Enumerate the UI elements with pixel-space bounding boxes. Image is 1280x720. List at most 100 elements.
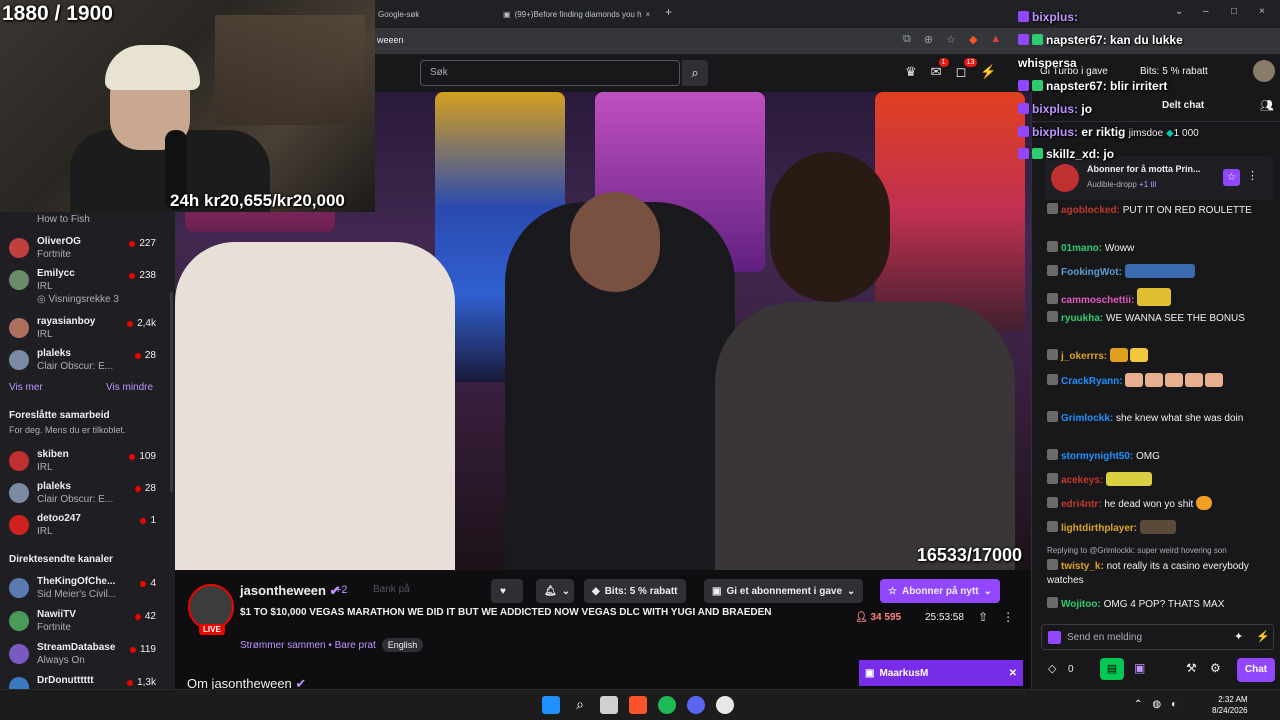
sidebar-channel-detoo247[interactable]: detoo247 IRL 1 [0,511,175,543]
emote-image [1165,373,1184,387]
sidebar-channel-nawiitv[interactable]: NawiiTV Fortnite 42 [0,607,175,639]
channel-points-icon[interactable]: ▤ [1100,658,1124,680]
sidebar-channel-emilycc[interactable]: Emilycc IRL ◎ Visningsrekke 3 238 [0,266,175,310]
sub-promo-card[interactable]: Abonner for å motta Prin... Audible-drop… [1045,156,1273,200]
minimize-icon[interactable]: – [1203,6,1209,17]
emote-picker-icon[interactable]: ✦ [1234,630,1243,643]
search-button[interactable]: ⌕ [682,60,708,86]
viewer-count: 227 [129,238,156,249]
alert-icon[interactable]: ▲ [990,33,1001,46]
sidebar-channel-plaleks-collab[interactable]: plaleks Clair Obscur: E... 28 [0,479,175,511]
category-link[interactable]: Strømmer sammen • Bare prat [240,640,376,651]
gear-icon[interactable]: ⚙ [1210,661,1221,675]
user-avatar[interactable] [1253,60,1275,82]
chat-message: twisty_k: not really its a casino everyb… [1047,559,1249,586]
file-explorer-icon[interactable] [600,696,618,714]
person-right-head [770,152,890,302]
emote-image [1137,288,1172,306]
whisper-bar[interactable]: ▣ MaarkusM ✕ [859,660,1023,686]
chat-badge-icon[interactable] [1048,631,1061,644]
close-icon[interactable]: ✕ [1009,668,1017,679]
collab-count[interactable]: +2 [335,584,348,596]
brave-browser-icon[interactable] [629,696,647,714]
channel-name: StreamDatabase [37,642,116,653]
close-tab-icon[interactable]: × [646,10,651,19]
notifications-icon[interactable]: ◻ 13 [956,58,978,80]
tab-search-icon[interactable]: ⌄ [1175,6,1183,17]
sidebar-channel-oliverog[interactable]: OliverOG Fortnite 227 [0,234,175,266]
sidebar-channel-plaleks[interactable]: plaleks Clair Obscur: E... 28 [0,346,175,378]
turbo-icon[interactable]: ⚡ [1256,630,1270,643]
wifi-icon[interactable]: ◍ [1152,699,1161,710]
emote-image [1196,496,1213,510]
bits-icon: ◆ [592,585,600,597]
clock[interactable]: 2:32 AM 8/24/2026 [1212,694,1248,716]
live-dot-icon [134,485,141,492]
emote-image [1106,472,1153,486]
streamer-name[interactable]: jasontheween ✔ [240,583,341,599]
url-text[interactable]: weeen [377,35,404,45]
notification-bell-button[interactable]: 🔔︎ ⌄ [536,579,574,603]
chat-footer: ◇ 0 ▤ ▣ ⚒ ⚙ Chat [1032,658,1280,684]
volume-icon[interactable]: ◐ [1171,699,1177,710]
avatar [9,644,29,664]
more-options-icon[interactable]: ⋮ [1002,610,1014,624]
chat-message: acekeys: [1047,472,1277,488]
brave-shield-icon[interactable]: ◆ [969,33,977,46]
channel-name: OliverOG [37,236,81,247]
sidebar-channel-rayasianboy[interactable]: rayasianboy IRL 2,4k [0,314,175,346]
sidebar-channel-streamdatabase[interactable]: StreamDatabase Always On 119 [0,640,175,672]
crown-icon[interactable]: ♛ [905,64,917,80]
chevron-up-icon[interactable]: ⌃ [1134,699,1142,710]
windows-start-icon[interactable] [542,696,560,714]
gift-sub-button[interactable]: ▣ Gi et abonnement i gave ⌄ [704,579,864,603]
turbo-icon[interactable]: ⚡ [980,64,996,80]
maximize-icon[interactable]: □ [1231,6,1237,17]
follow-heart-button[interactable]: ♥ [491,579,523,603]
search-input[interactable]: Søk [420,60,680,86]
star-icon[interactable]: ☆ [1223,169,1240,186]
show-less-link[interactable]: Vis mindre [106,382,153,393]
person-right [715,302,1015,570]
points-icon[interactable]: ◇ [1048,662,1056,675]
language-tag[interactable]: English [381,638,424,652]
resubscribe-button[interactable]: ☆ Abonner på nytt ⌄ [880,579,1001,603]
chat-input[interactable]: Send en melding ✦ ⚡ [1041,624,1274,650]
show-more-link[interactable]: Vis mer [9,382,43,393]
inbox-icon[interactable]: ✉ 1 [931,58,949,80]
direct-heading: Direktesendte kanaler [9,554,113,565]
chat-send-button[interactable]: Chat [1237,658,1275,682]
more-options-icon[interactable]: ⋮ [1247,169,1258,182]
sidebar-channel-skiben[interactable]: skiben IRL 109 [0,447,175,479]
partial-category: How to Fish [37,214,90,225]
spotify-icon[interactable] [658,696,676,714]
discord-icon[interactable] [687,696,705,714]
channel-category: Sid Meier's Civil... [37,589,117,600]
live-dot-icon [129,240,136,247]
browser-tab-google[interactable]: Google-søk [378,4,419,24]
translate-icon[interactable]: ⧉ [903,33,911,46]
share-icon[interactable]: ⇧ [978,610,988,624]
close-window-icon[interactable]: × [1259,6,1265,17]
chat-input-placeholder: Send en melding [1067,632,1143,643]
new-tab-button[interactable]: + [665,5,672,19]
chevron-down-icon: ⌄ [561,585,571,597]
star-icon[interactable]: ☆ [946,33,956,46]
reply-context[interactable]: Replying to @Grimlockk: super weird hove… [1047,546,1227,555]
bits-discount-button[interactable]: Bits: 5 % rabatt [1140,66,1208,77]
mod-tools-icon[interactable]: ⚒ [1186,661,1197,675]
sidebar-channel-thekingofche[interactable]: TheKingOfChe... Sid Meier's Civil... 4 [0,574,175,606]
users-icon[interactable]: 👥︎ [1260,99,1274,112]
gift-icon[interactable]: ▣ [1134,661,1145,675]
live-badge: LIVE [199,624,225,635]
uptime: 25:53:58 [925,612,964,623]
live-dot-icon [127,679,134,686]
zoom-icon[interactable]: ⊕ [924,33,933,46]
browser-tab-twitch[interactable]: ▣ (99+)Before finding diamonds you h × [503,4,678,24]
bank-button[interactable]: Bank på [373,584,410,595]
bits-button[interactable]: ◆ Bits: 5 % rabatt [584,579,686,603]
sidebar-scrollbar[interactable] [170,292,173,492]
search-icon[interactable]: ⌕ [571,696,589,714]
app-icon[interactable] [716,696,734,714]
webcam-overlay: 1880 / 1900 24h kr20,655/kr20,000 [0,0,375,212]
